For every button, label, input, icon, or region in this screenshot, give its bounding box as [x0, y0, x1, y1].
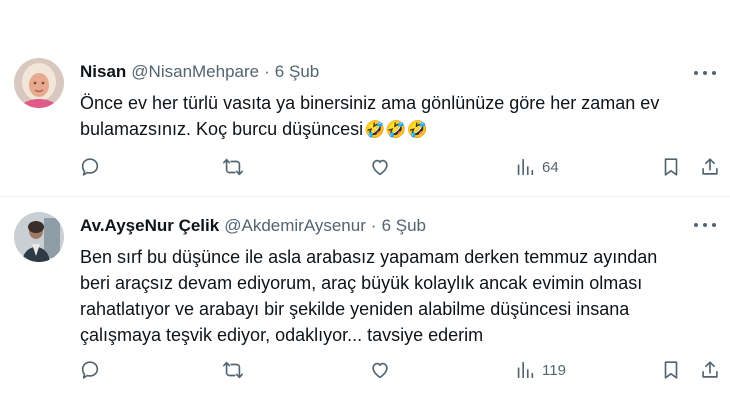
share-icon	[702, 361, 718, 378]
tweet-text-line: bulamazsınız. Koç burcu düşüncesi	[80, 119, 364, 139]
more-icon[interactable]	[694, 69, 716, 77]
tweet-date[interactable]: 6 Şub	[382, 216, 426, 236]
tweet-actions: 119	[0, 357, 730, 383]
share-icon	[702, 158, 718, 175]
avatar[interactable]	[14, 212, 64, 262]
display-name[interactable]: Nisan	[80, 62, 126, 82]
views-count: 64	[542, 158, 559, 176]
tweet-aysenur[interactable]: Av.AyşeNur Çelik @AkdemirAysenur · 6 Şub…	[0, 197, 730, 420]
views-icon	[517, 158, 534, 176]
tweet-header: Nisan @NisanMehpare · 6 Şub	[80, 62, 319, 82]
bookmark-icon	[664, 361, 678, 379]
tweet-nisan[interactable]: Nisan @NisanMehpare · 6 Şub Önce ev her …	[0, 0, 730, 196]
like-icon	[372, 362, 388, 379]
views-count: 119	[542, 361, 566, 379]
retweet-icon	[223, 158, 243, 176]
views-button[interactable]: 64	[514, 154, 559, 180]
separator-dot: ·	[264, 62, 270, 81]
views-icon	[517, 361, 534, 379]
tweet-header: Av.AyşeNur Çelik @AkdemirAysenur · 6 Şub	[80, 216, 426, 236]
like-button[interactable]	[369, 357, 391, 383]
rofl-emoji-icon: 🤣🤣🤣	[364, 120, 428, 139]
reply-icon	[81, 361, 99, 379]
tweet-text-line: Önce ev her türlü vasıta ya binersiniz a…	[80, 93, 660, 113]
tweet-date[interactable]: 6 Şub	[275, 62, 319, 82]
bookmark-icon	[664, 158, 678, 176]
retweet-button[interactable]	[222, 154, 244, 180]
share-button[interactable]	[699, 154, 721, 180]
retweet-icon	[223, 361, 243, 379]
tweet-actions: 64	[0, 154, 730, 180]
reply-icon	[81, 158, 99, 176]
tweet-text-line: çalışmaya teşvik ediyor, odaklıyor... ta…	[80, 325, 484, 345]
views-button[interactable]: 119	[514, 357, 566, 383]
user-handle[interactable]: @AkdemirAysenur	[224, 216, 366, 236]
user-handle[interactable]: @NisanMehpare	[131, 62, 259, 82]
reply-button[interactable]	[79, 154, 101, 180]
like-button[interactable]	[369, 154, 391, 180]
more-icon[interactable]	[694, 221, 716, 229]
bookmark-button[interactable]	[660, 154, 682, 180]
tweet-text-line: rahatlatıyor ve arabayı bir şekilde yeni…	[80, 299, 630, 319]
display-name[interactable]: Av.AyşeNur Çelik	[80, 216, 219, 236]
separator-dot: ·	[370, 216, 377, 235]
tweet-text-line: Ben sırf bu düşünce ile asla arabasız ya…	[80, 247, 658, 267]
bookmark-button[interactable]	[660, 357, 682, 383]
like-icon	[372, 159, 388, 176]
tweet-text-line: beri araçsız devam ediyorum, araç büyük …	[80, 273, 643, 293]
avatar[interactable]	[14, 58, 64, 108]
tweet-text: Önce ev her türlü vasıta ya binersiniz a…	[80, 90, 710, 142]
tweet-text: Ben sırf bu düşünce ile asla arabasız ya…	[80, 244, 710, 348]
reply-button[interactable]	[79, 357, 101, 383]
retweet-button[interactable]	[222, 357, 244, 383]
share-button[interactable]	[699, 357, 721, 383]
